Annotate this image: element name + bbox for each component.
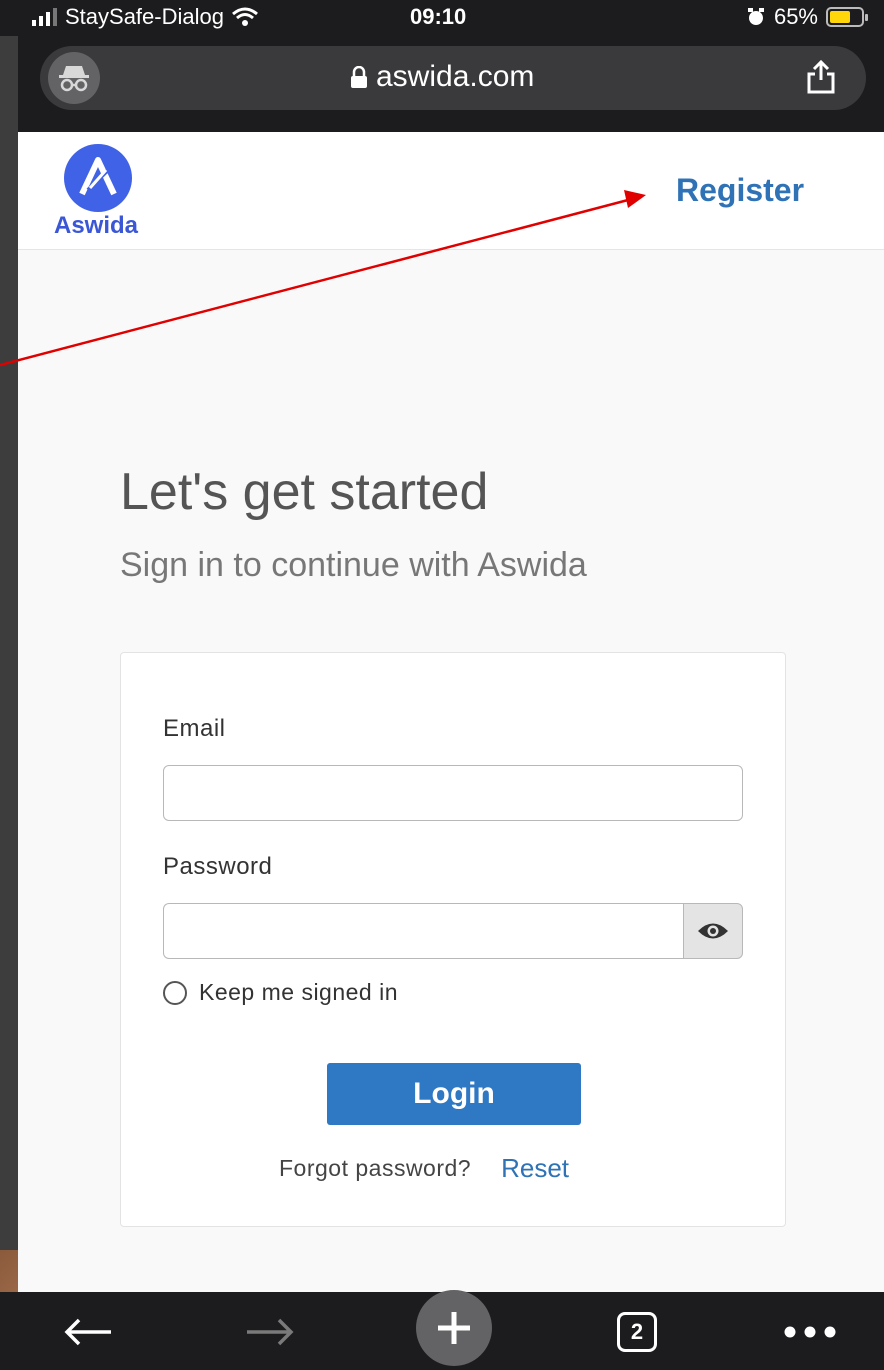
- aswida-logo-icon[interactable]: [64, 144, 132, 212]
- battery-percent: 65%: [773, 4, 818, 29]
- keep-signed-in-label[interactable]: Keep me signed in: [199, 979, 398, 1006]
- password-field[interactable]: [163, 903, 683, 959]
- forward-arrow-icon: [247, 1318, 294, 1346]
- site-header: Aswida Register: [18, 132, 884, 250]
- register-link[interactable]: Register: [676, 172, 804, 209]
- browser-toolbar: 2: [0, 1290, 884, 1370]
- phone-frame: [0, 0, 18, 1370]
- browser-address-area: aswida.com: [18, 36, 884, 132]
- battery-fill: [830, 11, 850, 23]
- tabs-button[interactable]: 2: [612, 1302, 662, 1362]
- incognito-icon[interactable]: [48, 52, 100, 104]
- status-time: 09:10: [410, 4, 467, 29]
- back-button[interactable]: [56, 1302, 120, 1362]
- url-display[interactable]: aswida.com: [350, 60, 534, 94]
- email-label: Email: [163, 715, 226, 742]
- login-card: Email Password Keep me signed in Login F…: [120, 652, 786, 1227]
- keep-signed-in-row[interactable]: Keep me signed in: [163, 979, 398, 1006]
- back-arrow-icon: [64, 1318, 111, 1346]
- wifi-icon: [232, 7, 258, 26]
- new-tab-button[interactable]: [416, 1288, 492, 1368]
- page-title: Let's get started: [120, 463, 489, 521]
- lock-icon: [351, 66, 367, 88]
- status-bar: StaySafe-Dialog 09:10 65%: [0, 0, 884, 36]
- forgot-password-text: Forgot password?: [279, 1155, 472, 1181]
- forgot-password-row: Forgot password? Reset: [279, 1153, 569, 1184]
- url-text: aswida.com: [376, 60, 535, 93]
- address-bar[interactable]: aswida.com: [40, 46, 866, 110]
- keep-signed-in-checkbox[interactable]: [163, 980, 187, 1005]
- forward-button[interactable]: [238, 1302, 302, 1362]
- signal-icon: [32, 8, 57, 26]
- status-left: StaySafe-Dialog: [32, 4, 258, 30]
- tabs-icon: 2: [617, 1312, 657, 1352]
- more-button[interactable]: [780, 1302, 840, 1362]
- logo-text[interactable]: Aswida: [54, 212, 138, 240]
- alarm-icon: [747, 8, 764, 25]
- share-icon[interactable]: [806, 60, 836, 94]
- show-password-button[interactable]: [683, 903, 743, 959]
- battery-icon: [826, 7, 868, 27]
- login-button[interactable]: Login: [327, 1063, 581, 1125]
- carrier-name: StaySafe-Dialog: [65, 4, 224, 29]
- reset-link[interactable]: Reset: [501, 1153, 569, 1184]
- web-page: Aswida Register Let's get started Sign i…: [18, 132, 884, 1292]
- more-icon: [784, 1326, 836, 1338]
- status-right: 65%: [746, 4, 868, 30]
- eye-icon: [698, 923, 728, 939]
- page-subtitle: Sign in to continue with Aswida: [120, 546, 587, 584]
- password-label: Password: [163, 853, 273, 880]
- new-tab-plus-icon: [416, 1290, 492, 1366]
- email-field[interactable]: [163, 765, 743, 821]
